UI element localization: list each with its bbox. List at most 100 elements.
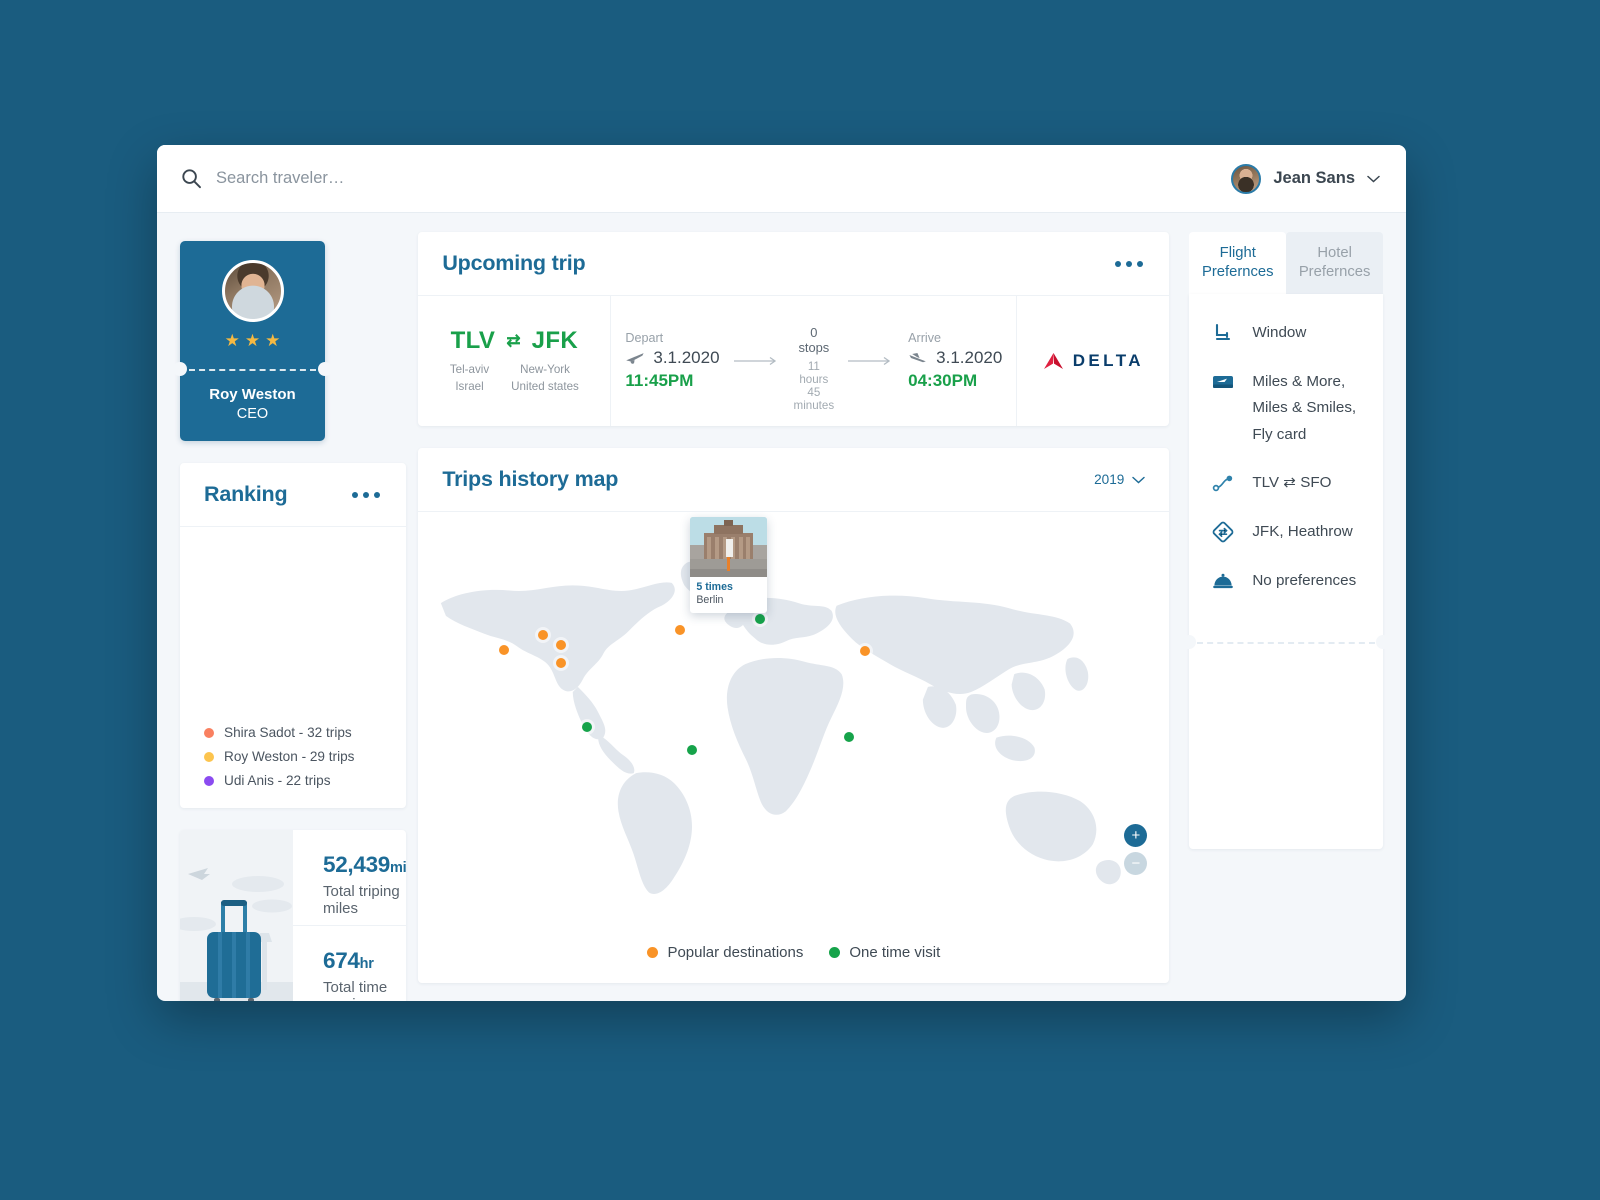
delta-logo: DELTA (1043, 351, 1144, 371)
stops-count: 0 stops (798, 324, 830, 355)
popup-visit-count: 5 times (696, 581, 733, 593)
year-value: 2019 (1094, 472, 1125, 487)
tab-label-line1: Flight (1219, 245, 1256, 262)
legend-label: Popular destinations (667, 943, 804, 961)
arrive-date: 3.1.2020 (936, 348, 1003, 367)
plane-takeoff-icon (625, 351, 645, 365)
trip-body: TLV ⇄ JFK Tel-aviv Israel New-York Unite… (418, 296, 1169, 426)
tab-hotel-preferences[interactable]: Hotel Prefernces (1286, 232, 1384, 294)
upcoming-trip-card: Upcoming trip TLV ⇄ JFK Tel-aviv Israel … (418, 232, 1170, 426)
trip-schedule: Depart 3.1.2020 11:45PM 0 stops 11 hours… (611, 296, 1018, 426)
profile-role: CEO (236, 406, 269, 422)
dashboard-body: ★ ★ ★ Roy Weston CEO Ranking Shira Sadot… (157, 213, 1406, 1001)
depart-block: Depart 3.1.2020 11:45PM (625, 331, 719, 391)
traveler-profile-card[interactable]: ★ ★ ★ Roy Weston CEO (173, 241, 332, 441)
ranking-card: Ranking Shira Sadot - 32 trips Roy Westo… (180, 463, 407, 808)
trip-route: TLV ⇄ JFK Tel-aviv Israel New-York Unite… (418, 296, 612, 426)
airline-name: DELTA (1072, 351, 1144, 370)
destination-country: United states (511, 379, 579, 393)
ranking-legend: Shira Sadot - 32 trips Roy Weston - 29 t… (180, 725, 406, 808)
depart-date: 3.1.2020 (653, 348, 720, 367)
trips-history-map-card: Trips history map 2019 5 times Berlin + … (418, 448, 1170, 983)
chevron-down-icon[interactable] (1367, 175, 1380, 183)
origin-code: TLV (450, 327, 496, 355)
search-bar[interactable] (181, 168, 576, 189)
legend-one-time-visit: One time visit (829, 944, 940, 961)
preference-label: No preferences (1252, 571, 1357, 589)
stops-block: 0 stops 11 hours 45 minutes (794, 311, 835, 412)
frequent-flyer-card-icon (1211, 369, 1235, 394)
more-options-icon[interactable] (350, 486, 382, 504)
card-title: Upcoming trip (442, 251, 586, 275)
preference-transfer-airports[interactable]: JFK, Heathrow (1211, 519, 1361, 546)
preference-label: JFK, Heathrow (1252, 522, 1353, 540)
zoom-in-button[interactable]: + (1124, 824, 1148, 847)
tab-flight-preferences[interactable]: Flight Prefernces (1189, 232, 1287, 294)
legend-color-dot (204, 751, 214, 762)
list-item-label: Udi Anis - 22 trips (224, 773, 331, 788)
depart-time: 11:45PM (625, 371, 694, 390)
profile-name: Roy Weston (209, 386, 296, 403)
preference-route[interactable]: TLV ⇄ SFO (1211, 470, 1361, 497)
list-item[interactable]: Roy Weston - 29 trips (204, 749, 382, 764)
legend-color-dot (204, 727, 214, 738)
more-options-icon[interactable] (1113, 255, 1145, 273)
destination-code: JFK (531, 327, 579, 355)
rating-stars: ★ ★ ★ (225, 332, 281, 349)
stat-label: Total time on air (323, 978, 388, 1002)
origin-city: Tel-aviv (449, 363, 490, 377)
list-item[interactable]: Udi Anis - 22 trips (204, 773, 382, 788)
search-input[interactable] (216, 169, 576, 188)
legend-color-dot (647, 946, 659, 958)
zoom-out-button[interactable]: − (1124, 852, 1148, 875)
stat-unit: hr (359, 955, 374, 972)
airplane-seat-icon (1211, 320, 1235, 345)
destination-city: New-York (520, 363, 570, 377)
preferences-tabs: Flight Prefernces Hotel Prefernces (1189, 232, 1384, 294)
world-map-shapes (441, 560, 1122, 894)
origin-country: Israel (455, 379, 484, 393)
depart-label: Depart (625, 331, 664, 345)
preference-label: TLV ⇄ SFO (1252, 474, 1332, 492)
arrive-time: 04:30PM (908, 371, 978, 390)
profile-top: ★ ★ ★ (180, 241, 325, 369)
avatar (1231, 163, 1262, 194)
stat-number: 674 (323, 947, 360, 973)
list-item[interactable]: Shira Sadot - 32 trips (204, 725, 382, 740)
preference-seat[interactable]: Window (1211, 320, 1361, 347)
stat-number: 52,439 (323, 852, 391, 877)
flight-duration: 11 hours 45 minutes (793, 359, 835, 412)
preference-loyalty-cards[interactable]: Miles & More, Miles & Smiles, Fly card (1211, 369, 1361, 449)
map-popup-berlin[interactable]: 5 times Berlin (690, 517, 768, 613)
route-icon (1211, 470, 1235, 495)
suitcase-illustration (180, 830, 293, 1001)
travel-stats-card: 52,439mi Total triping miles 674hr Total… (180, 830, 407, 1002)
brandenburg-gate-photo (690, 517, 768, 577)
world-map[interactable]: 5 times Berlin + − (418, 512, 1169, 921)
trip-header: Upcoming trip (418, 232, 1170, 296)
map-zoom-controls: + − (1124, 824, 1148, 875)
preference-meal[interactable]: No preferences (1211, 568, 1361, 595)
legend-color-dot (204, 775, 214, 786)
star-icon: ★ (224, 331, 240, 350)
arrow-right-icon (848, 356, 894, 366)
preferences-list: Window Miles & More, Miles & Smiles, Fly… (1211, 320, 1361, 594)
transfer-diamond-icon (1211, 519, 1235, 544)
arrive-label: Arrive (908, 331, 942, 345)
star-icon: ★ (244, 331, 261, 350)
profile-bottom: Roy Weston CEO (180, 369, 325, 422)
delta-triangle-icon (1043, 352, 1064, 370)
ranking-header: Ranking (180, 463, 407, 527)
legend-popular-destinations: Popular destinations (647, 944, 803, 961)
user-menu[interactable]: Jean Sans (1231, 163, 1380, 194)
popup-city: Berlin (696, 594, 724, 606)
chevron-down-icon[interactable] (1132, 476, 1146, 484)
screen: Jean Sans ★ ★ ★ (0, 0, 1600, 1200)
year-selector[interactable]: 2019 (1094, 472, 1146, 487)
stat-total-miles: 52,439mi Total triping miles (293, 830, 406, 925)
card-title: Ranking (204, 482, 288, 506)
plane-landing-icon (908, 351, 928, 365)
map-legend: Popular destinations One time visit (418, 921, 1169, 983)
legend-label: One time visit (849, 943, 941, 961)
list-item-label: Shira Sadot - 32 trips (224, 725, 352, 740)
